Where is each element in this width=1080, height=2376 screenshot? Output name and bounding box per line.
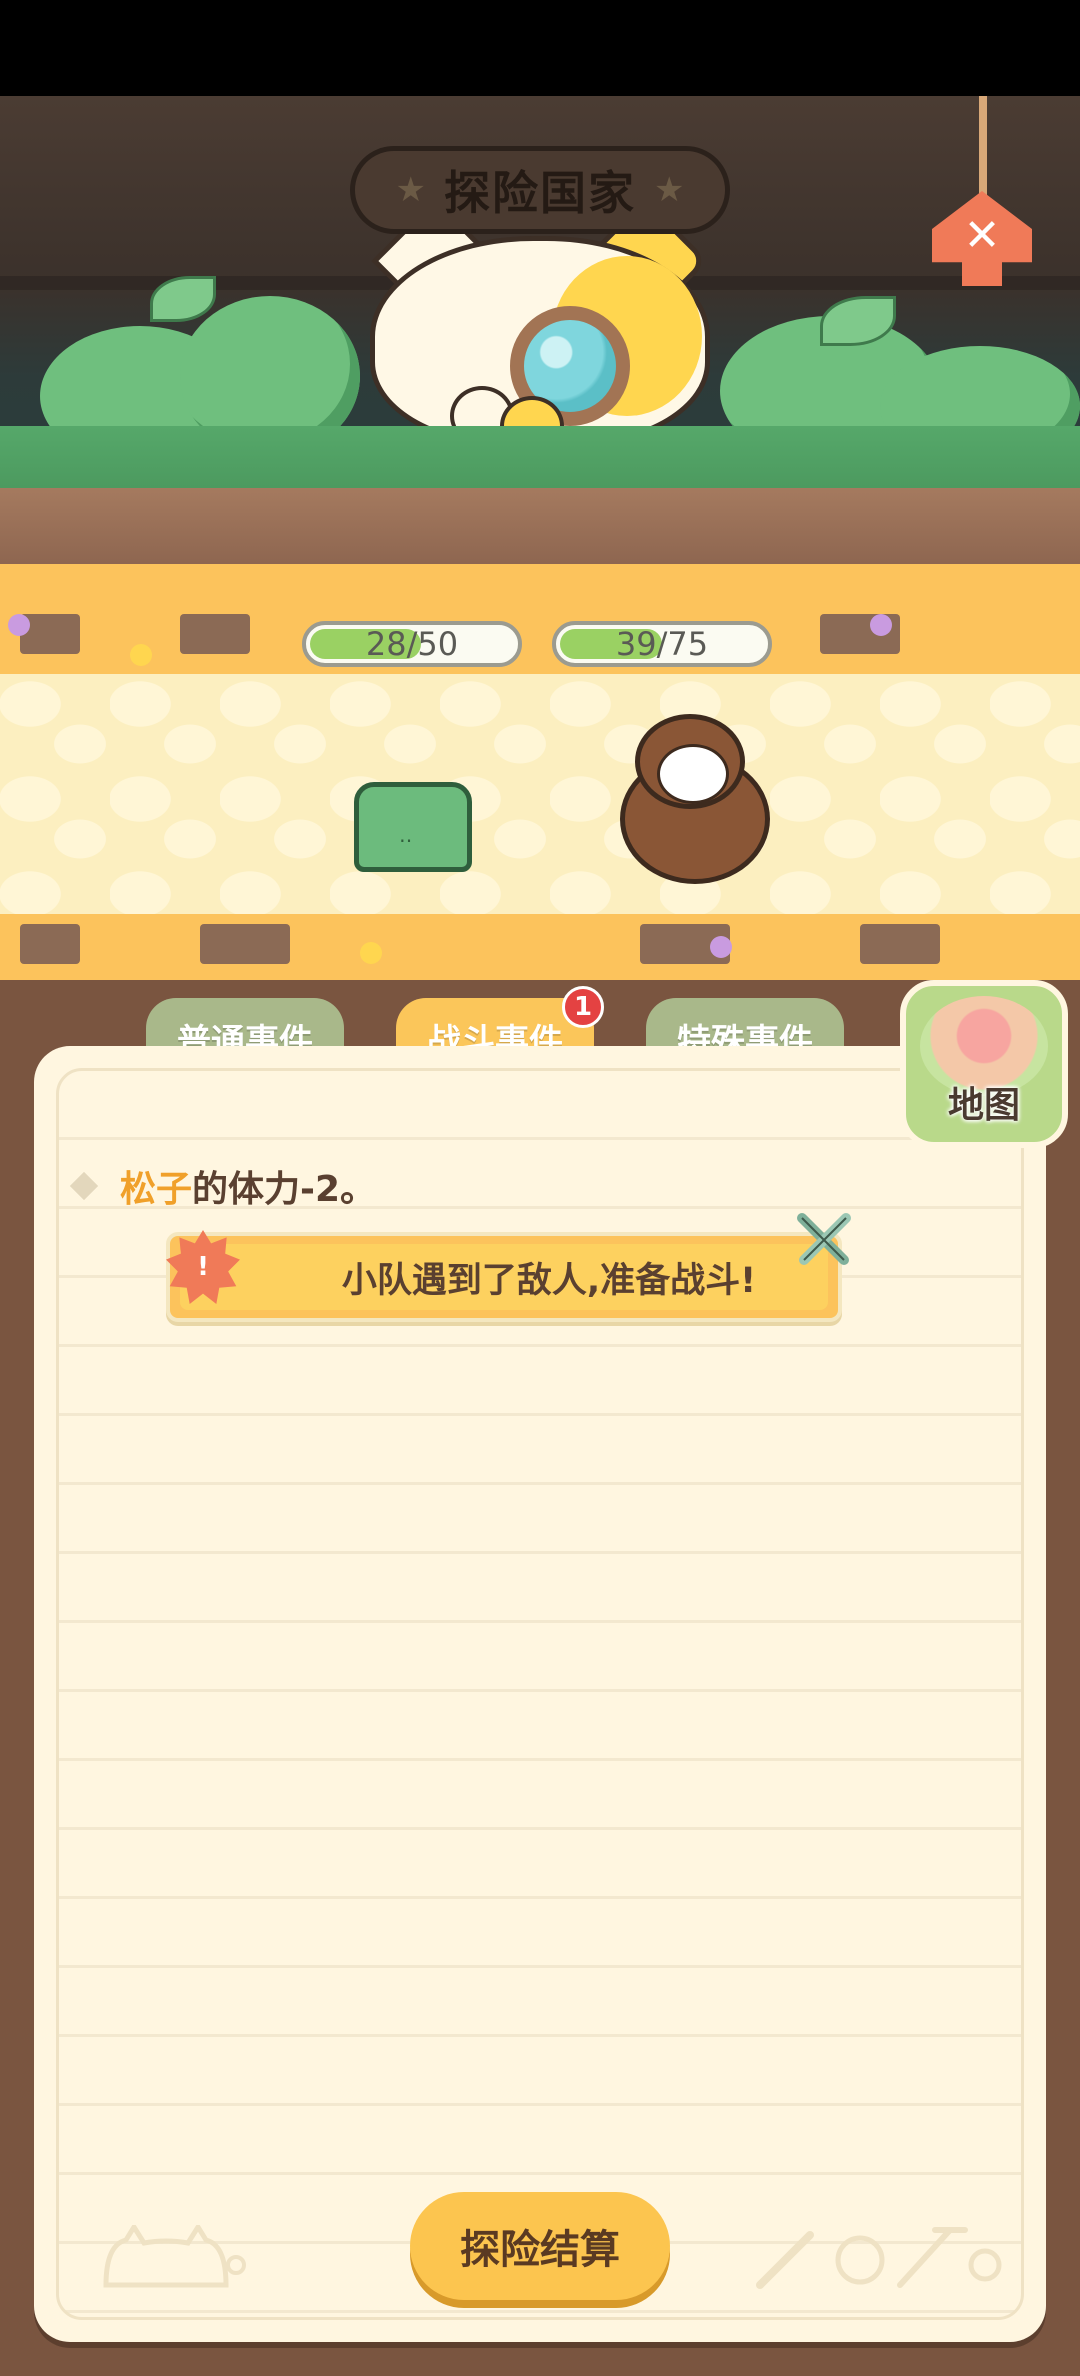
slime-eyes: ‥ <box>399 823 421 847</box>
star-icon: ★ <box>654 170 685 210</box>
hp-text: 39/75 <box>615 625 709 663</box>
cat-doodle-icon <box>103 2225 246 2288</box>
battle-field: 28/50 39/75 ‥ <box>0 564 1080 980</box>
crossed-swords-icon <box>797 1213 851 1265</box>
log-entry: 松子 的体力-2。 <box>69 1160 377 1212</box>
notification-badge: 1 <box>562 986 604 1028</box>
close-button[interactable]: ✕ <box>932 96 1032 291</box>
fence <box>20 924 80 964</box>
flower <box>710 936 732 958</box>
scene-banner: ★ 探险国家 ★ <box>0 96 1080 564</box>
battle-banner: ! 小队遇到了敌人,准备战斗! <box>166 1230 842 1322</box>
ground <box>0 426 1080 564</box>
banner-text: 小队遇到了敌人,准备战斗! <box>341 1260 757 1301</box>
map-label: 地图 <box>947 1085 1020 1126</box>
log-entry-text: 的体力-2。 <box>192 1169 377 1210</box>
party-member-monkey <box>605 714 775 884</box>
log-entry-name: 松子 <box>120 1169 193 1210</box>
cat-face-icon <box>657 744 729 804</box>
page-title: 探险国家 <box>444 166 636 220</box>
enemy-slime: ‥ <box>354 782 472 872</box>
cat-mascot <box>370 197 710 456</box>
flower <box>8 614 30 636</box>
flower <box>870 614 892 636</box>
close-tag-body[interactable]: ✕ <box>932 191 1032 286</box>
fence <box>200 924 290 964</box>
star-icon: ★ <box>395 170 426 210</box>
cobblestone-floor <box>0 674 1080 914</box>
flower <box>360 942 382 964</box>
hp-text: 28/50 <box>365 625 459 663</box>
title-plate: ★ 探险国家 ★ <box>350 146 730 234</box>
hp-bar-1: 28/50 <box>302 621 522 667</box>
status-bar <box>0 0 1080 96</box>
fence <box>860 924 940 964</box>
bullet-diamond-icon <box>69 1171 99 1201</box>
close-icon: ✕ <box>963 210 1001 261</box>
food-doodle-icon <box>756 2227 1002 2289</box>
rope <box>979 96 987 201</box>
alert-star-glyph: ! <box>197 1252 209 1282</box>
event-panel: 普通事件 战斗事件 1 特殊事件 地图 松子 的体力-2。 ! 小队遇到了敌人,… <box>0 980 1080 2376</box>
fence <box>180 614 250 654</box>
hp-bar-2: 39/75 <box>552 621 772 667</box>
map-button[interactable]: 地图 <box>900 980 1068 1148</box>
flower <box>130 644 152 666</box>
settle-expedition-button[interactable]: 探险结算 <box>410 2192 670 2300</box>
top-border <box>0 564 1080 674</box>
